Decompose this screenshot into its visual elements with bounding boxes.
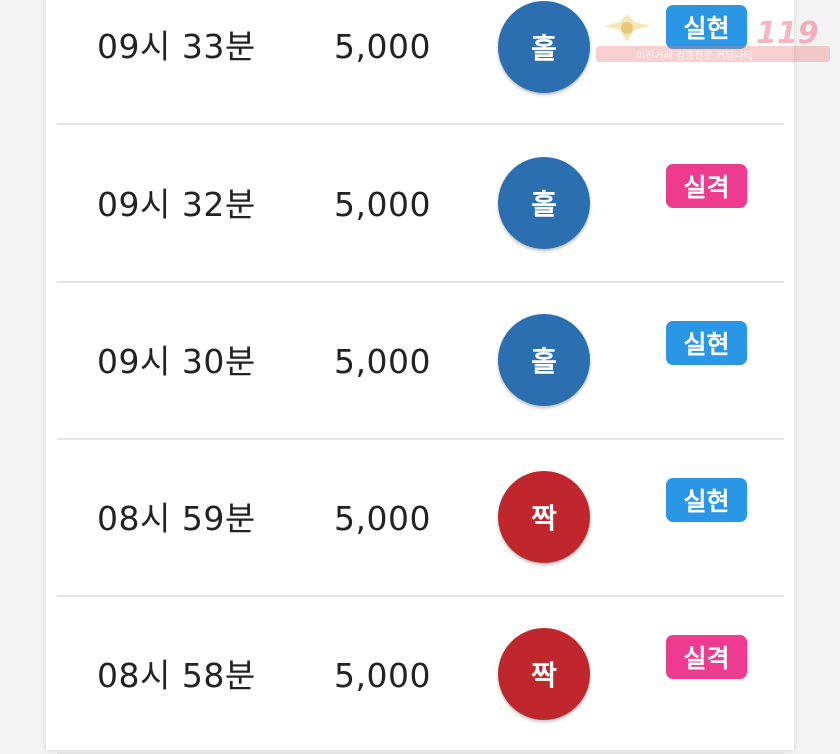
result-ball: 홀	[498, 314, 590, 406]
status-badge: 실현	[666, 5, 747, 49]
list-item: 09시 30분 5,000 홀 실현	[57, 283, 784, 440]
status-badge: 실현	[666, 321, 747, 365]
row-time: 09시 32분	[97, 184, 256, 224]
row-time: 09시 30분	[97, 341, 256, 381]
row-time: 08시 58분	[97, 655, 256, 695]
result-ball: 홀	[498, 1, 590, 93]
list-item: 08시 59분 5,000 짝 실현	[57, 440, 784, 597]
status-badge: 실격	[666, 635, 747, 679]
result-ball: 짝	[498, 471, 590, 563]
status-badge: 실격	[666, 164, 747, 208]
list-item: 09시 33분 5,000 홀 실현	[57, 0, 784, 125]
row-time: 09시 33분	[97, 26, 256, 66]
row-amount: 5,000	[334, 656, 431, 695]
row-amount: 5,000	[334, 27, 431, 66]
row-amount: 5,000	[334, 342, 431, 381]
list-item: 08시 58분 5,000 짝 실격	[57, 597, 784, 754]
row-amount: 5,000	[334, 185, 431, 224]
list-item: 09시 32분 5,000 홀 실격	[57, 126, 784, 283]
row-divider	[57, 123, 784, 125]
result-ball: 홀	[498, 157, 590, 249]
result-ball: 짝	[498, 628, 590, 720]
status-badge: 실현	[666, 478, 747, 522]
row-time: 08시 59분	[97, 498, 256, 538]
row-amount: 5,000	[334, 499, 431, 538]
